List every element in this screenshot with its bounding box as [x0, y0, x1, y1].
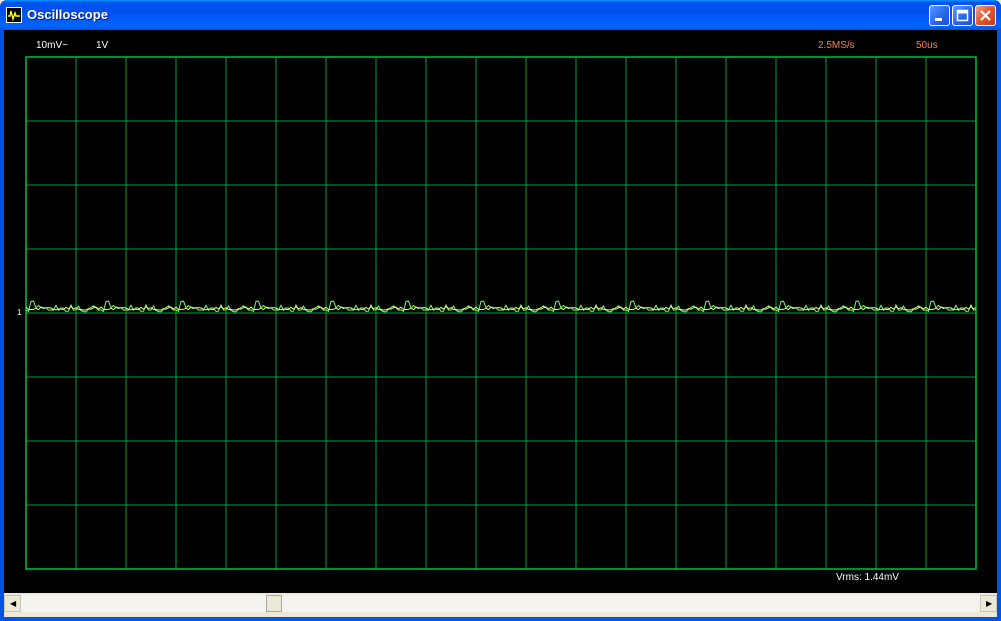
- scroll-left-button[interactable]: ◀: [4, 595, 21, 612]
- minimize-button[interactable]: [929, 5, 950, 26]
- close-button[interactable]: [975, 5, 996, 26]
- scope-display: 10mV~ 1V 2.5MS/s 50us 1 Vrms: 1.44mV: [4, 30, 997, 593]
- close-icon: [980, 10, 991, 21]
- scope-grid: [25, 56, 977, 570]
- minimize-icon: [935, 18, 942, 21]
- maximize-icon: [956, 9, 969, 22]
- maximize-button[interactable]: [952, 5, 973, 26]
- window-title: Oscilloscope: [27, 7, 108, 22]
- scroll-thumb[interactable]: [266, 595, 283, 612]
- title-bar[interactable]: Oscilloscope: [0, 0, 1001, 30]
- scope-plot: [25, 56, 977, 570]
- horizontal-scrollbar[interactable]: ◀ ▶: [4, 595, 997, 612]
- oscilloscope-window: Oscilloscope 10mV~ 1V 2.5MS/s 50us 1 Vrm…: [0, 0, 1001, 621]
- arrow-left-icon: ◀: [10, 599, 17, 608]
- arrow-right-icon: ▶: [986, 599, 993, 608]
- client-area: 10mV~ 1V 2.5MS/s 50us 1 Vrms: 1.44mV ◀ ▶: [4, 30, 997, 617]
- scroll-right-button[interactable]: ▶: [980, 595, 997, 612]
- waveform-icon: [6, 7, 22, 23]
